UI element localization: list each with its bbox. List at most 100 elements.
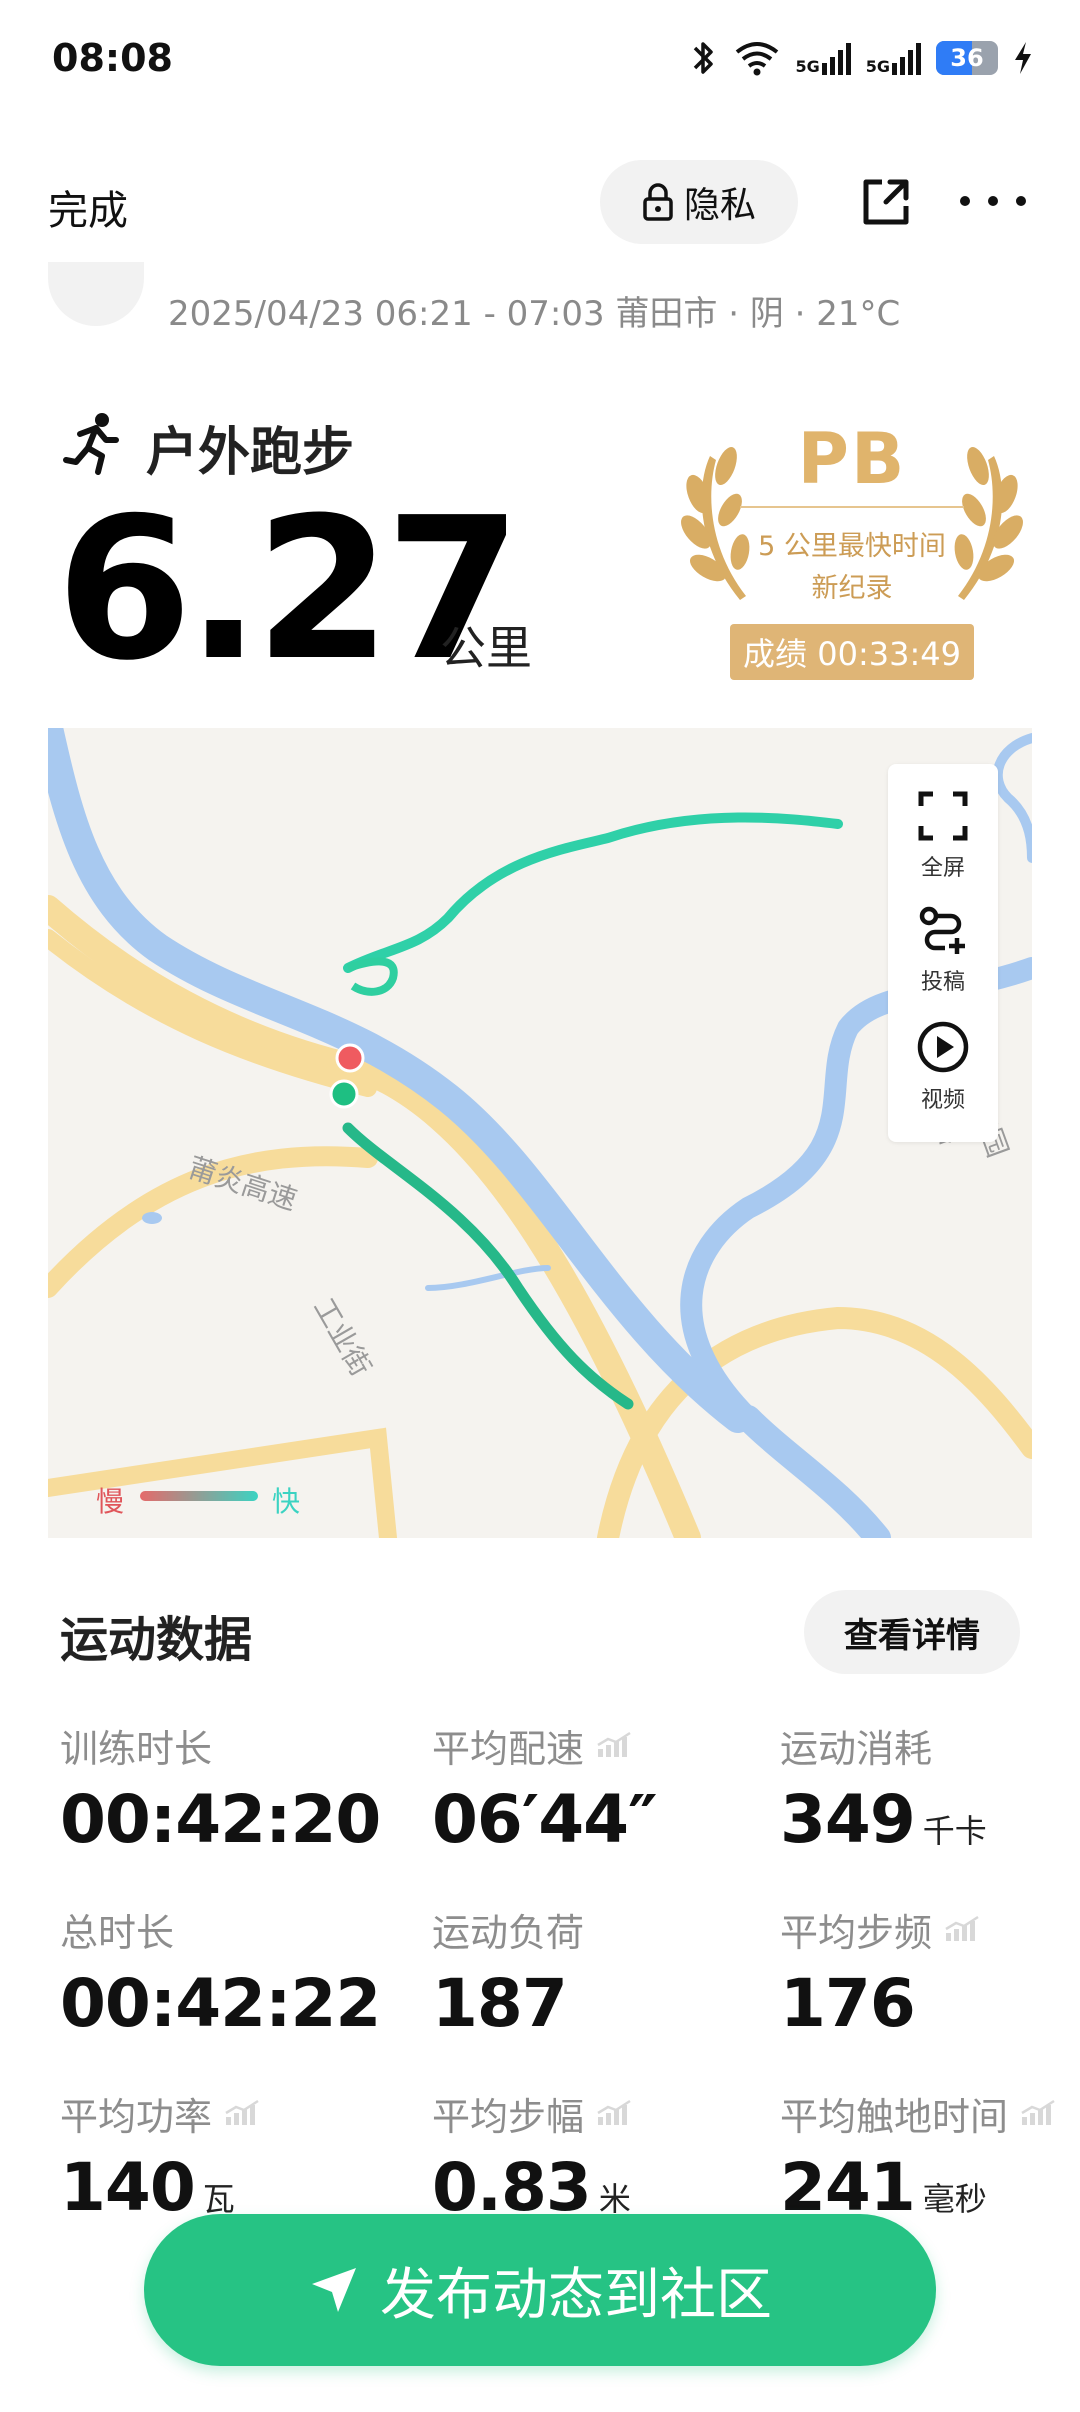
stat-value-row: 00:42:22 xyxy=(60,1971,381,2037)
stat-label: 运动消耗 xyxy=(780,1727,933,1771)
stat-cell: 平均步频 176 xyxy=(780,1902,982,2037)
network-type-1: 5G xyxy=(795,57,820,76)
legend-fast: 快 xyxy=(272,1485,301,1518)
signal-bars-icon xyxy=(892,43,921,75)
stat-label: 训练时长 xyxy=(60,1727,213,1771)
trend-chart-icon[interactable] xyxy=(1020,2092,1058,2136)
trend-chart-icon[interactable] xyxy=(944,1908,982,1952)
cell-signal-1: 5G xyxy=(795,41,851,75)
share-icon[interactable] xyxy=(856,172,916,232)
stat-label: 平均步幅 xyxy=(432,2095,585,2139)
fullscreen-label: 全屏 xyxy=(920,856,965,881)
status-icons: 5G 5G 36 xyxy=(689,38,1034,78)
video-button[interactable]: 视频 xyxy=(888,1020,998,1114)
stat-label-row: 平均功率 xyxy=(60,2086,262,2141)
stat-unit: 瓦 xyxy=(202,2180,235,2218)
privacy-label: 隐私 xyxy=(683,185,756,226)
stat-unit: 千卡 xyxy=(922,1812,987,1850)
running-icon xyxy=(63,413,119,475)
map-toolbar: 全屏 投稿 视频 xyxy=(888,764,998,1142)
signal-bars-icon xyxy=(821,43,851,75)
stat-cell: 平均步幅 0.83 米 xyxy=(432,2086,634,2221)
stat-label-row: 训练时长 xyxy=(60,1718,380,1773)
status-time: 08:08 xyxy=(52,36,173,80)
lock-icon xyxy=(643,183,673,221)
battery-level: 36 xyxy=(950,44,984,72)
pb-title: PB xyxy=(797,418,907,500)
pb-subtitle-2: 新纪录 xyxy=(811,573,893,604)
charging-icon xyxy=(1015,42,1031,74)
submit-route-label: 投稿 xyxy=(920,970,965,995)
view-details-button[interactable]: 查看详情 xyxy=(804,1590,1020,1674)
trend-chart-icon[interactable] xyxy=(596,2092,634,2136)
send-icon xyxy=(312,2268,356,2312)
network-type-2: 5G xyxy=(865,57,890,76)
play-icon xyxy=(917,1021,969,1073)
activity-type: 户外跑步 xyxy=(146,423,355,483)
trend-chart-icon[interactable] xyxy=(596,1724,634,1768)
wifi-icon xyxy=(736,42,779,76)
stat-value-row: 140 瓦 xyxy=(60,2155,262,2221)
route-map[interactable] xyxy=(48,728,1032,1538)
stat-value-row: 06′44″ xyxy=(432,1787,658,1853)
pb-score: 成绩 00:33:49 xyxy=(730,624,974,680)
fullscreen-button[interactable]: 全屏 xyxy=(888,790,998,882)
stat-label: 平均配速 xyxy=(432,1727,585,1771)
stat-label: 平均功率 xyxy=(60,2095,213,2139)
stat-value: 00:42:20 xyxy=(60,1781,381,1858)
stat-value-row: 176 xyxy=(780,1971,982,2037)
stat-label-row: 平均步频 xyxy=(780,1902,982,1957)
route-add-icon xyxy=(919,906,965,954)
stat-label-row: 运动消耗 xyxy=(780,1718,987,1773)
privacy-button[interactable]: 隐私 xyxy=(600,160,798,244)
stat-value-row: 187 xyxy=(432,1971,584,2037)
stat-value: 349 xyxy=(780,1781,916,1858)
stat-value-row: 00:42:20 xyxy=(60,1787,381,1853)
avatar[interactable] xyxy=(48,262,144,326)
pb-subtitle-1: 5 公里最快时间 xyxy=(758,531,946,562)
stat-value: 00:42:22 xyxy=(60,1965,381,2042)
section-title: 运动数据 xyxy=(60,1612,253,1668)
stat-cell: 平均功率 140 瓦 xyxy=(60,2086,262,2221)
stat-value-row: 0.83 米 xyxy=(432,2155,634,2221)
stat-value: 187 xyxy=(432,1965,568,2042)
fullscreen-icon xyxy=(918,791,968,841)
stat-cell: 运动消耗 349 千卡 xyxy=(780,1718,987,1853)
activity-meta: 2025/04/23 06:21 - 07:03 莆田市 · 阴 · 21°C xyxy=(168,294,901,334)
done-button[interactable]: 完成 xyxy=(48,178,128,236)
stat-label-row: 运动负荷 xyxy=(432,1902,584,1957)
bluetooth-icon xyxy=(694,42,714,74)
stat-unit: 米 xyxy=(598,2180,631,2218)
stat-cell: 训练时长 00:42:20 xyxy=(60,1718,381,1853)
stat-label-row: 平均配速 xyxy=(432,1718,657,1773)
battery-indicator: 36 xyxy=(936,41,998,75)
stat-label: 总时长 xyxy=(60,1911,175,1955)
stat-label: 平均触地时间 xyxy=(780,2095,1009,2139)
publish-button[interactable]: 发布动态到社区 xyxy=(144,2214,936,2366)
stat-value-row: 241 毫秒 xyxy=(780,2155,1058,2221)
stat-label-row: 平均步幅 xyxy=(432,2086,634,2141)
pb-divider xyxy=(740,506,964,508)
stat-unit: 毫秒 xyxy=(922,2180,987,2218)
submit-route-button[interactable]: 投稿 xyxy=(888,904,998,996)
map-canvas xyxy=(48,728,1032,1538)
stat-value: 140 xyxy=(60,2149,196,2226)
stat-label: 运动负荷 xyxy=(432,1911,585,1955)
stat-label: 平均步频 xyxy=(780,1911,933,1955)
distance-unit: 公里 xyxy=(440,621,532,675)
stat-label-row: 平均触地时间 xyxy=(780,2086,1058,2141)
cell-signal-2: 5G xyxy=(866,41,922,75)
stat-value: 06′44″ xyxy=(432,1781,658,1858)
pace-legend-bar xyxy=(140,1491,258,1501)
stat-value: 176 xyxy=(780,1965,916,2042)
legend-slow: 慢 xyxy=(96,1485,125,1518)
stat-value-row: 349 千卡 xyxy=(780,1787,987,1853)
video-label: 视频 xyxy=(920,1088,965,1113)
publish-label: 发布动态到社区 xyxy=(380,2262,772,2328)
stat-cell: 平均配速 06′44″ xyxy=(432,1718,658,1853)
trend-chart-icon[interactable] xyxy=(224,2092,262,2136)
stat-cell: 运动负荷 187 xyxy=(432,1902,584,2037)
stat-label-row: 总时长 xyxy=(60,1902,380,1957)
stat-cell: 总时长 00:42:22 xyxy=(60,1902,381,2037)
more-icon[interactable] xyxy=(960,186,1026,216)
